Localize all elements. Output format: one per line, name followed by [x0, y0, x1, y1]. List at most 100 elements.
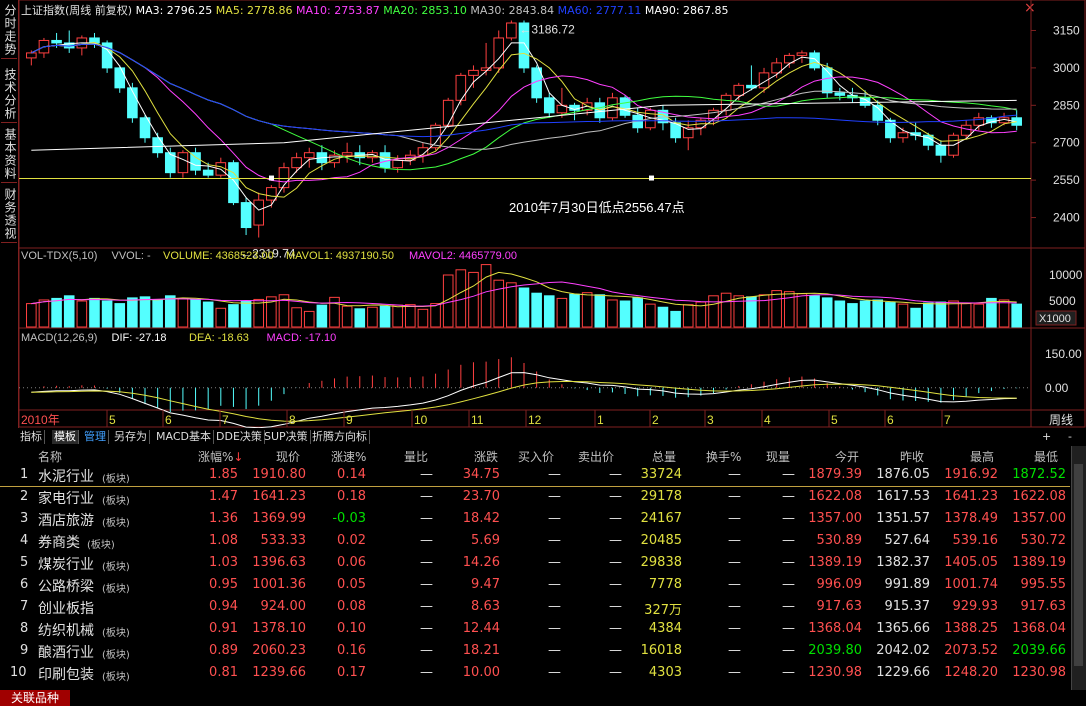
column-header[interactable]: 名称 — [38, 448, 62, 465]
time-axis-label: 6 — [887, 413, 894, 427]
column-header[interactable]: 卖出价 — [578, 448, 614, 465]
table-row[interactable]: 5 煤炭行业 (板块) 1.03 1396.63 0.06 — 14.26 — — 29838 — — 1… — [0, 552, 1070, 574]
volume-legend: MAVOL1: 4937190.50 — [286, 250, 394, 262]
column-header[interactable]: 涨速% — [331, 448, 366, 465]
volume-bar — [809, 295, 820, 328]
time-axis-label: 5 — [831, 413, 838, 427]
table-row[interactable]: 6 公路桥梁 (板块) 0.95 1001.36 0.05 — 9.47 — — 7778 — — 996… — [0, 574, 1070, 596]
cell-cur: — — [782, 555, 795, 570]
indicator-tab[interactable]: 另存为 — [112, 430, 150, 444]
volume-bar — [821, 297, 833, 328]
column-header[interactable]: 涨跌 — [474, 448, 498, 465]
candle-body — [455, 74, 467, 101]
volume-bar — [518, 287, 530, 328]
cell-low: 995.55 — [1020, 577, 1067, 592]
cell-cur: — — [782, 599, 795, 614]
cell-vol: 24167 — [640, 511, 682, 526]
table-row[interactable]: 3 酒店旅游 (板块) 1.36 1369.99 -0.03 — 18.42 — — 24167 — —… — [0, 508, 1070, 530]
sector-type: (板块) — [102, 496, 130, 507]
column-header[interactable]: 换手% — [706, 448, 741, 465]
price-tick-label: 2850 — [1053, 98, 1080, 112]
column-header[interactable]: 涨幅%↓ — [198, 448, 243, 465]
cell-chg: 1.36 — [209, 511, 238, 526]
cell-cur: — — [782, 577, 795, 592]
cell-high: 2073.52 — [944, 643, 998, 658]
column-header[interactable]: 现量 — [766, 448, 790, 465]
volume-legend: VOL-TDX(5,10) — [21, 250, 97, 262]
cell-low: 1368.04 — [1012, 621, 1066, 636]
table-row[interactable]: 10 印刷包装 (板块) 0.81 1239.66 0.17 — 10.00 — — 4303 — — 1… — [0, 662, 1070, 684]
cell-chg: 0.89 — [209, 643, 238, 658]
cell-low: 530.72 — [1020, 533, 1067, 548]
cell-high: 1405.05 — [944, 555, 998, 570]
cell-ask: — — [609, 489, 622, 504]
row-index: 9 — [20, 643, 29, 658]
indicator-tab[interactable]: MACD基本 — [154, 430, 214, 444]
sidebar-tab-technical[interactable]: 技术分析 — [1, 66, 17, 123]
time-axis-label: 7 — [944, 413, 951, 427]
sidebar-tab-financial[interactable]: 财务透视 — [1, 186, 17, 243]
cell-diff: 18.42 — [462, 511, 500, 526]
candle-body — [935, 144, 947, 156]
volume-bar — [101, 300, 113, 328]
table-row[interactable]: 8 纺织机械 (板块) 0.91 1378.10 0.10 — 12.44 — — 4384 — — 13… — [0, 618, 1070, 640]
cell-high: 1641.23 — [944, 489, 998, 504]
indicator-tab[interactable]: 折腾方向标 — [310, 430, 370, 444]
candle-body — [897, 132, 909, 139]
indicator-tab[interactable]: DDE决策 — [214, 430, 265, 444]
column-header[interactable]: 总量 — [652, 448, 676, 465]
cell-prev: 1876.05 — [876, 467, 930, 482]
cell-cur: — — [782, 489, 795, 504]
cell-vol: 4303 — [648, 665, 682, 680]
scrollbar-thumb[interactable] — [1074, 464, 1083, 666]
cell-diff: 14.26 — [462, 555, 500, 570]
volume-bar — [291, 307, 302, 328]
column-header[interactable]: 今开 — [835, 448, 859, 465]
cell-bid: — — [548, 621, 561, 636]
cell-bid: — — [548, 489, 561, 504]
table-row[interactable]: 4 券商类 (板块) 1.08 533.33 0.02 — 5.69 — — 20485 — — 530.… — [0, 530, 1070, 552]
volume-bar — [960, 303, 972, 328]
column-header[interactable]: 量比 — [404, 448, 428, 465]
column-header[interactable]: 最高 — [970, 448, 994, 465]
plus-button[interactable]: + — [1042, 430, 1051, 443]
table-row[interactable]: 2 家电行业 (板块) 1.47 1641.23 0.18 — 23.70 — — 29178 — — 1… — [0, 486, 1070, 508]
column-header[interactable]: 最低 — [1034, 448, 1058, 465]
cell-speed: 0.16 — [337, 643, 366, 658]
indicator-tab[interactable]: 指标 — [18, 430, 45, 444]
table-row[interactable]: 7 创业板指 0.94 924.00 0.08 — 8.63 — — 327万 — — 917.63 91… — [0, 596, 1070, 618]
minus-button[interactable]: - — [1068, 430, 1072, 443]
column-header[interactable]: 昨收 — [900, 448, 924, 465]
sidebar-tab-basic-info[interactable]: 基本资料 — [1, 126, 17, 183]
cell-bid: — — [548, 533, 561, 548]
column-header[interactable]: 买入价 — [518, 448, 554, 465]
cell-ask: — — [609, 643, 622, 658]
kline-chart[interactable]: 315030002850270025502400←3186.72←2319.74… — [19, 0, 1086, 428]
cell-chg: 0.91 — [209, 621, 238, 636]
cell-diff: 10.00 — [462, 665, 500, 680]
scrollbar[interactable] — [1071, 446, 1086, 690]
indicator-tab[interactable]: 管理 — [82, 430, 109, 444]
cell-chg: 1.08 — [209, 533, 238, 548]
cell-price: 2060.23 — [252, 643, 306, 658]
cell-ask: — — [609, 511, 622, 526]
cell-chg: 0.95 — [209, 577, 238, 592]
cell-speed: 0.17 — [337, 665, 366, 680]
volume-bar — [506, 282, 517, 328]
related-items-tab[interactable]: 关联品种 — [0, 690, 70, 706]
indicator-tab[interactable]: 模板 — [52, 430, 79, 444]
volume-bar — [114, 303, 126, 328]
table-row[interactable]: 1 水泥行业 (板块) 1.85 1910.80 0.14 — 34.75 — — 33724 — — 1… — [0, 464, 1070, 487]
cell-bid: — — [548, 467, 561, 482]
cell-low: 917.63 — [1020, 599, 1067, 614]
cell-price: 1378.10 — [252, 621, 306, 636]
table-row[interactable]: 9 酿酒行业 (板块) 0.89 2060.23 0.16 — 18.21 — — 16018 — — 2… — [0, 640, 1070, 662]
row-index: 4 — [20, 533, 29, 548]
cell-low: 1357.00 — [1012, 511, 1066, 526]
column-header[interactable]: 现价 — [276, 448, 300, 465]
volume-bar — [316, 304, 328, 328]
cell-chg: 1.03 — [209, 555, 238, 570]
indicator-tab[interactable]: SUP决策 — [262, 430, 311, 444]
sidebar-tab-intraday[interactable]: 分时走势 — [1, 2, 17, 59]
sector-type: (板块) — [102, 562, 130, 573]
